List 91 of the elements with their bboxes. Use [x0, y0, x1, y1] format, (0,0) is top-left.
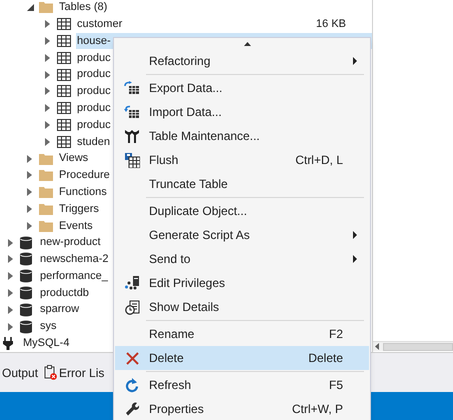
expand-arrow-icon[interactable]: [45, 70, 50, 79]
database-icon: [20, 269, 32, 284]
folder-icon: [39, 152, 53, 165]
database-name[interactable]: newschema-2: [39, 251, 110, 268]
folder-icon: [39, 169, 53, 182]
wrench-icon: [125, 402, 139, 416]
expand-arrow-icon[interactable]: [27, 154, 32, 163]
database-name[interactable]: performance_: [39, 268, 109, 284]
menu-item[interactable]: Generate Script As: [115, 223, 369, 247]
database-icon: [20, 302, 32, 317]
menu-item[interactable]: Truncate Table: [115, 172, 369, 196]
folder-icon: [39, 1, 53, 14]
expand-arrow-icon[interactable]: [8, 322, 13, 331]
expand-arrow-icon[interactable]: [45, 87, 50, 96]
panel-tab[interactable]: Output: [2, 364, 38, 382]
scroll-up-icon[interactable]: [244, 42, 250, 46]
database-name[interactable]: new-product: [39, 234, 102, 251]
folder-name[interactable]: Procedure: [58, 167, 111, 184]
database-name[interactable]: sys: [39, 318, 58, 335]
privileges-icon: [124, 276, 140, 290]
table-icon: [57, 85, 71, 98]
tools-icon: [125, 130, 139, 142]
table-name: produc: [76, 118, 112, 133]
expand-arrow-icon[interactable]: [45, 138, 50, 146]
folder-icon: [39, 202, 53, 215]
menu-item[interactable]: Import Data...: [115, 100, 369, 124]
import-icon: [124, 105, 140, 119]
menu-item[interactable]: Export Data...: [115, 76, 369, 100]
expand-arrow-icon[interactable]: [8, 238, 13, 247]
menu-item[interactable]: Table Maintenance...: [115, 124, 369, 148]
expand-arrow-icon[interactable]: [8, 306, 13, 314]
menu-item[interactable]: Duplicate Object...: [115, 199, 369, 223]
table-icon: [57, 118, 71, 131]
panel-tab[interactable]: Error Lis: [59, 364, 104, 382]
expand-arrow-icon[interactable]: [8, 255, 13, 264]
expand-arrow-icon[interactable]: [27, 222, 32, 230]
expand-arrow-icon[interactable]: [45, 36, 50, 45]
database-icon: [20, 236, 32, 250]
folder-name[interactable]: Views: [58, 150, 90, 167]
export-icon: [124, 81, 140, 95]
expand-arrow-icon[interactable]: [27, 204, 32, 213]
details-icon: [124, 300, 140, 314]
table-icon: [57, 52, 71, 64]
folder-name[interactable]: Tables (8): [58, 0, 108, 16]
database-icon: [20, 320, 32, 334]
collapse-arrow-icon[interactable]: [27, 4, 34, 11]
table-icon: [57, 68, 71, 81]
database-name[interactable]: productdb: [39, 284, 90, 302]
table-icon: [57, 34, 71, 47]
menu-item[interactable]: Properties Ctrl+W, P: [115, 397, 369, 420]
scrollbar-thumb[interactable]: [383, 342, 453, 350]
delete-x-icon: [126, 352, 138, 364]
folder-icon: [39, 186, 53, 198]
menu-item[interactable]: Refresh F5: [115, 373, 369, 397]
table-icon: [57, 18, 71, 30]
folder-name[interactable]: Triggers: [58, 200, 100, 218]
clipboard-error-icon: [44, 365, 58, 380]
menu-item[interactable]: Delete Delete: [115, 346, 369, 370]
expand-arrow-icon[interactable]: [27, 188, 32, 196]
expand-arrow-icon[interactable]: [45, 104, 50, 112]
connection-name[interactable]: MySQL-4: [22, 335, 70, 352]
plug-icon: [3, 336, 13, 350]
scroll-left-icon[interactable]: [375, 343, 379, 350]
expand-arrow-icon[interactable]: [45, 120, 50, 129]
table-size: 16 KB: [316, 16, 346, 32]
expand-arrow-icon[interactable]: [27, 171, 32, 180]
table-name: produc: [76, 67, 112, 82]
table-row[interactable]: customer 16 KB: [76, 16, 372, 33]
refresh-icon: [125, 378, 139, 392]
menu-item[interactable]: Send to: [115, 247, 369, 271]
horizontal-scrollbar[interactable]: [373, 341, 453, 351]
menu-item[interactable]: Flush Ctrl+D, L: [115, 148, 369, 172]
folder-name[interactable]: Functions: [58, 184, 108, 200]
expand-arrow-icon[interactable]: [8, 272, 13, 280]
expand-arrow-icon[interactable]: [45, 54, 50, 62]
table-icon: [57, 136, 71, 148]
table-icon: [57, 102, 71, 114]
menu-item[interactable]: Edit Privileges: [115, 271, 369, 295]
table-name: house-: [76, 34, 112, 49]
menu-item[interactable]: Rename F2: [115, 322, 369, 346]
table-name: customer: [76, 16, 124, 32]
expand-arrow-icon[interactable]: [8, 288, 13, 297]
expand-arrow-icon[interactable]: [45, 20, 50, 28]
folder-name[interactable]: Events: [58, 218, 94, 234]
database-name[interactable]: sparrow: [39, 301, 80, 318]
menu-item[interactable]: Show Details: [115, 295, 369, 319]
database-icon: [20, 286, 32, 300]
database-icon: [20, 252, 32, 266]
menu-item[interactable]: Refactoring: [115, 49, 369, 73]
flush-icon: [124, 152, 140, 168]
folder-icon: [39, 220, 53, 232]
